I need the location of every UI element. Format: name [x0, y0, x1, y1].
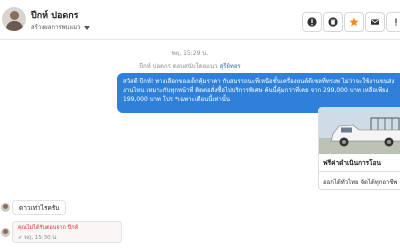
system-note-text: ปีกห์ ปอดกร ตอบสนับโดยแนว	[139, 63, 218, 70]
chat-header: ปีกห์ ปอดกร สร้างผลการพบแมว	[0, 0, 400, 40]
reply-status-time: พฤ, 15:30 น.	[24, 235, 58, 241]
info-button[interactable]	[302, 12, 322, 32]
alert-button[interactable]	[386, 12, 400, 32]
truck-image	[319, 108, 400, 154]
system-note: ปีกห์ ปอดกร ตอบสนับโดยแนว สุรีย์ทอร	[0, 61, 380, 71]
contact-status-label: สร้างผลการพบแมว	[31, 24, 81, 31]
check-icon: ✓	[18, 235, 23, 241]
contact-avatar[interactable]	[2, 7, 26, 31]
card-divider	[319, 171, 400, 172]
card-subtitle: ออกได้ทั่วไทย จัดได้ทุกอาชีพ	[323, 179, 398, 186]
incoming-message: ดาวเท่าไรครับ	[12, 200, 67, 215]
contact-status-dropdown[interactable]: สร้างผลการพบแมว	[31, 22, 90, 32]
reply-status-label: คุณไม่ได้รับตอบจาก ปีกห์	[18, 225, 79, 231]
message-timestamp: พฤ, 15:29 น.	[171, 50, 209, 57]
reply-status-meta: ✓ พฤ, 15:30 น.	[18, 234, 116, 242]
info-icon	[307, 17, 317, 27]
star-icon	[349, 17, 359, 27]
chevron-down-icon	[83, 25, 90, 30]
star-button[interactable]	[344, 12, 364, 32]
card-title: ฟรีค่าดำเนินการโอน	[323, 159, 381, 167]
contact-name[interactable]: ปีกห์ ปอดกร	[31, 8, 78, 22]
contact-avatar-small	[1, 228, 10, 237]
mail-icon	[371, 19, 379, 25]
promo-card[interactable]: ฟรีค่าดำเนินการโอน ออกได้ทั่วไทย จัดได้ท…	[318, 107, 400, 190]
mail-button[interactable]	[365, 12, 385, 32]
delete-button[interactable]	[323, 12, 343, 32]
assigned-agent-link[interactable]: สุรีย์ทอร	[219, 63, 240, 70]
trash-icon	[328, 17, 338, 27]
contact-avatar-small	[1, 203, 10, 212]
reply-status-box: คุณไม่ได้รับตอบจาก ปีกห์ ✓ พฤ, 15:30 น.	[12, 221, 122, 243]
alert-icon	[395, 18, 397, 26]
